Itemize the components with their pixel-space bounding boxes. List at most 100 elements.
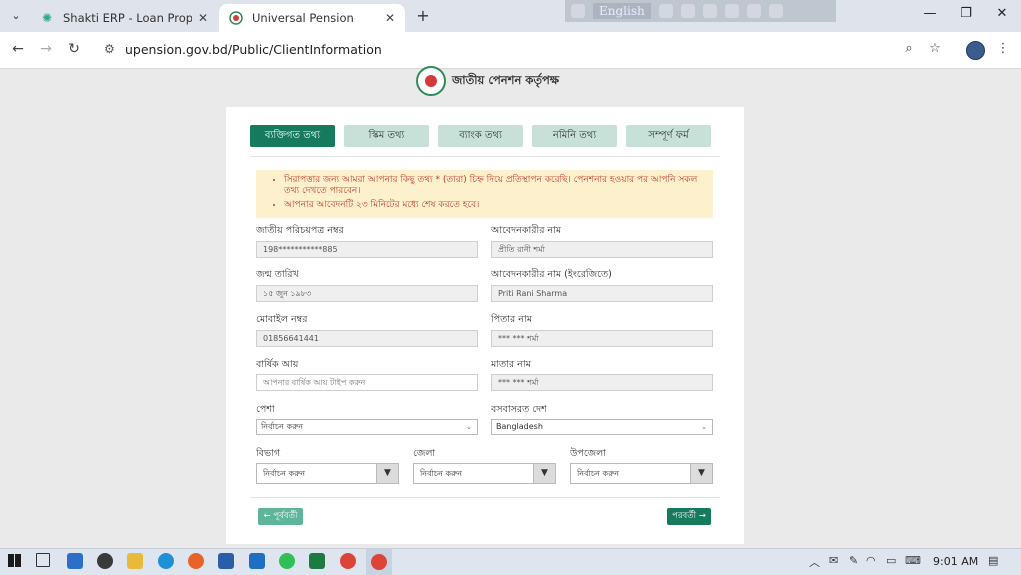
district-value: নির্বাচন করুন [420, 469, 462, 478]
tray-chevron-up-icon[interactable]: ︿ [809, 554, 820, 570]
upazila-value: নির্বাচন করুন [577, 469, 619, 478]
pension-logo-icon [416, 66, 446, 96]
extension-icon[interactable] [658, 4, 673, 18]
chevron-down-icon: ⌄ [701, 423, 707, 431]
minimize-icon[interactable]: — [920, 6, 940, 21]
mail-icon[interactable]: ✉ [829, 554, 838, 567]
mother-name-label: মাতার নাম [491, 359, 531, 370]
windows-taskbar: ︿ ✉ ✎ ◠ ▭ ⌨ 9:01 AM ▤ [0, 548, 1021, 575]
dropdown-arrow-icon: ▼ [376, 464, 398, 483]
dob-field: ১৫ জুন ১৯৮৩ [256, 285, 478, 302]
annual-income-input[interactable]: আপনার বার্ষিক আয় টাইপ করুন [256, 374, 478, 391]
divider [250, 497, 720, 498]
tab-title: Shakti ERP - Loan Proposal List [63, 11, 192, 25]
applicant-name-en-field: Priti Rani Sharma [491, 285, 713, 302]
dropdown-arrow-icon: ▼ [690, 464, 712, 483]
previous-button[interactable]: ← পূর্ববর্তী [258, 508, 303, 525]
notification-icon[interactable]: ▤ [988, 554, 998, 567]
pen-icon[interactable]: ✎ [849, 554, 858, 567]
notice-item: আপনার আবেদনটি ২৩ মিনিটের মধ্যে শেষ করতে … [284, 200, 703, 211]
security-notice: সিরাপত্তার জন্য আমরা আপনার কিছু তথ্য * (… [256, 170, 713, 218]
extension-icon[interactable] [680, 4, 695, 18]
tab-shakti-erp[interactable]: ✺ Shakti ERP - Loan Proposal List ✕ [30, 4, 218, 32]
pension-favicon-icon [229, 11, 243, 25]
mobile-label: মোবাইল নম্বর [256, 314, 308, 325]
firefox-icon[interactable] [188, 553, 204, 569]
step-tabs: ব্যক্তিগত তথ্য স্কিম তথ্য ব্যাংক তথ্য নম… [250, 125, 711, 147]
address-bar[interactable]: upension.gov.bd/Public/ClientInformation [125, 42, 382, 57]
district-label: জেলা [413, 448, 436, 459]
wifi-icon[interactable]: ◠ [866, 554, 876, 567]
close-icon[interactable]: ✕ [385, 11, 395, 25]
step-complete-form[interactable]: সম্পূর্ণ ফর্ম [626, 125, 711, 147]
outlook-app-icon[interactable] [249, 553, 265, 569]
language-select[interactable]: English [593, 3, 651, 19]
district-select[interactable]: নির্বাচন করুন ▼ [413, 463, 556, 484]
country-label: বসবাসরত দেশ [491, 404, 547, 415]
step-nominee-info[interactable]: নমিনি তথ্য [532, 125, 617, 147]
profile-avatar[interactable] [966, 41, 985, 60]
applicant-name-en-label: আবেদনকারীর নাম (ইংরেজিতে) [491, 269, 612, 280]
close-icon[interactable]: ✕ [198, 11, 208, 25]
new-tab-plus-icon[interactable]: + [414, 6, 432, 25]
chrome-icon[interactable] [340, 553, 356, 569]
tab-title: Universal Pension [252, 11, 354, 25]
occupation-select[interactable]: নির্বাচন করুন ⌄ [256, 419, 478, 435]
divider [250, 156, 720, 157]
annual-income-label: বার্ষিক আয় [256, 359, 299, 370]
extension-icon[interactable] [702, 4, 717, 18]
dropdown-arrow-icon: ▼ [533, 464, 555, 483]
restore-icon[interactable]: ❐ [956, 6, 976, 21]
upazila-label: উপজেলা [570, 448, 606, 459]
division-label: বিভাগ [256, 448, 281, 459]
menu-kebab-icon[interactable]: ⋮ [994, 41, 1012, 56]
help-icon[interactable] [746, 4, 761, 18]
dob-label: জন্ম তারিখ [256, 269, 299, 280]
windows-start-icon[interactable] [8, 554, 21, 567]
chrome-icon[interactable] [371, 554, 387, 570]
client-information-form: ব্যক্তিগত তথ্য স্কিম তথ্য ব্যাংক তথ্য নম… [226, 107, 744, 544]
zoom-icon[interactable]: ⌕ [900, 41, 918, 56]
keyboard-icon[interactable]: ⌨ [905, 554, 921, 567]
shakti-favicon-icon: ✺ [41, 11, 53, 25]
tab-search-chevron-icon[interactable]: ⌄ [6, 6, 26, 26]
country-select[interactable]: Bangladesh ⌄ [491, 419, 713, 435]
battery-icon[interactable]: ▭ [886, 554, 896, 567]
applicant-name-label: আবেদনকারীর নাম [491, 225, 562, 236]
nid-field: 198***********885 [256, 241, 478, 258]
forward-arrow-icon[interactable]: → [37, 41, 55, 57]
close-icon[interactable] [768, 4, 783, 18]
translator-extension-bar: English [565, 0, 836, 22]
task-view-icon[interactable] [36, 553, 50, 567]
app-icon[interactable] [97, 553, 113, 569]
excel-icon[interactable] [309, 553, 325, 569]
edge-icon[interactable] [158, 553, 174, 569]
division-select[interactable]: নির্বাচন করুন ▼ [256, 463, 399, 484]
window-close-icon[interactable]: ✕ [992, 6, 1012, 21]
chevron-down-icon: ⌄ [466, 423, 472, 431]
back-arrow-icon[interactable]: ← [9, 41, 27, 57]
outlook-icon[interactable] [67, 553, 83, 569]
browser-toolbar: ← → ↻ ⚙ upension.gov.bd/Public/ClientInf… [0, 32, 1021, 69]
step-personal-info[interactable]: ব্যক্তিগত তথ্য [250, 125, 335, 147]
next-button[interactable]: পরবর্তী → [667, 508, 711, 525]
extension-icon[interactable] [571, 4, 585, 18]
occupation-label: পেশা [256, 404, 275, 415]
site-header: জাতীয় পেনশন কর্তৃপক্ষ [416, 66, 559, 96]
taskbar-clock[interactable]: 9:01 AM [933, 555, 978, 568]
mobile-field: 01856641441 [256, 330, 478, 347]
file-explorer-icon[interactable] [127, 553, 143, 569]
extension-icon[interactable] [724, 4, 739, 18]
step-bank-info[interactable]: ব্যাংক তথ্য [438, 125, 523, 147]
occupation-value: নির্বাচন করুন [261, 422, 303, 431]
reload-icon[interactable]: ↻ [65, 41, 83, 57]
whatsapp-icon[interactable] [279, 553, 295, 569]
site-info-icon[interactable]: ⚙ [104, 42, 115, 56]
site-title: জাতীয় পেনশন কর্তৃপক্ষ [452, 72, 560, 87]
bookmark-star-icon[interactable]: ☆ [926, 41, 944, 56]
nid-label: জাতীয় পরিচয়পত্র নম্বর [256, 225, 344, 236]
step-scheme-info[interactable]: স্কিম তথ্য [344, 125, 429, 147]
tab-universal-pension[interactable]: Universal Pension ✕ [219, 4, 405, 32]
word-icon[interactable] [218, 553, 234, 569]
upazila-select[interactable]: নির্বাচন করুন ▼ [570, 463, 713, 484]
